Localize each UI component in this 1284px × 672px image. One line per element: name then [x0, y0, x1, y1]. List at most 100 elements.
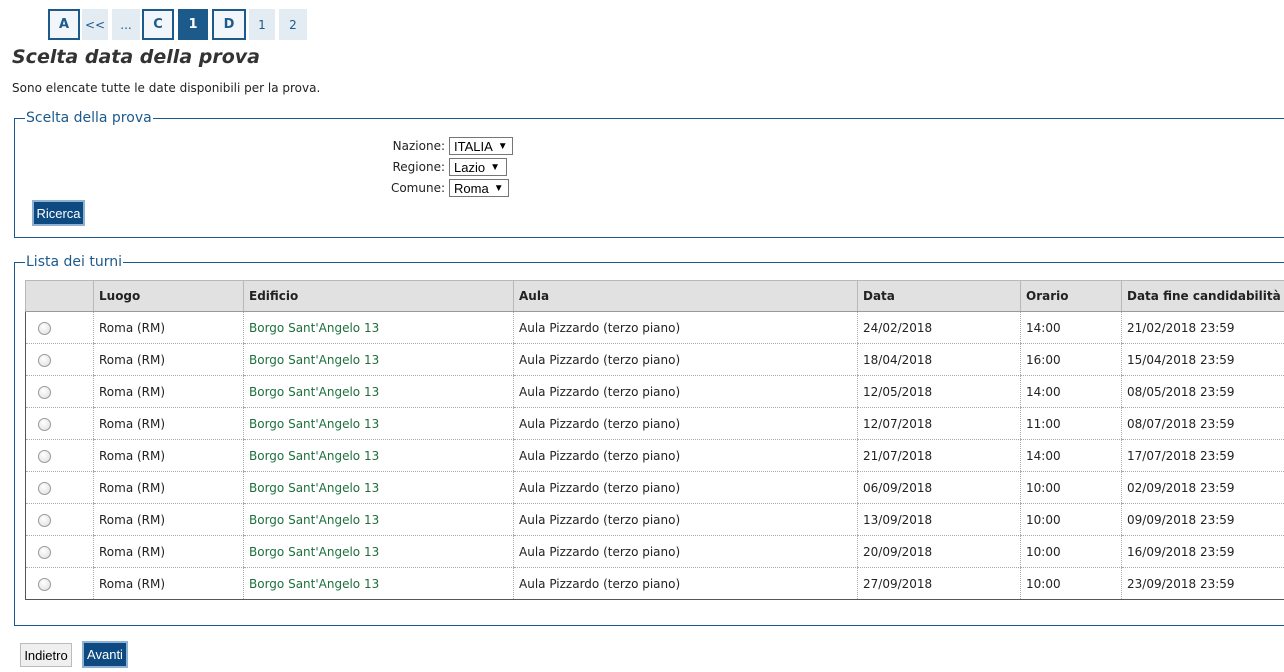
cell-orario: 10:00	[1020, 503, 1122, 536]
turns-legend: Lista dei turni	[26, 254, 122, 270]
table-row[interactable]: Roma (RM) Borgo Sant'Angelo 13 Aula Pizzar…	[25, 439, 1284, 472]
row-radio-button[interactable]	[38, 577, 51, 591]
dropdown-arrow-icon: ▼	[497, 140, 508, 152]
cell-data: 24/02/2018	[857, 311, 1021, 344]
row-radio-button[interactable]	[38, 385, 51, 399]
page-link-c[interactable]: C	[142, 9, 174, 40]
cell-fine: 21/02/2018 23:59	[1121, 311, 1284, 344]
cell-edificio: Borgo Sant'Angelo 13	[243, 439, 514, 472]
table-row[interactable]: Roma (RM) Borgo Sant'Angelo 13 Aula Pizzar…	[25, 535, 1284, 568]
page-link-2[interactable]: 2	[279, 9, 307, 40]
cell-luogo: Roma (RM)	[93, 567, 244, 600]
dropdown-arrow-icon: ▼	[493, 182, 504, 194]
row-select-cell	[25, 567, 94, 600]
cell-aula: Aula Pizzardo (terzo piano)	[513, 375, 858, 408]
cell-luogo: Roma (RM)	[93, 439, 244, 472]
row-radio-button[interactable]	[38, 353, 51, 367]
table-row[interactable]: Roma (RM) Borgo Sant'Angelo 13 Aula Pizzar…	[25, 311, 1284, 344]
cell-edificio: Borgo Sant'Angelo 13	[243, 375, 514, 408]
cell-aula: Aula Pizzardo (terzo piano)	[513, 343, 858, 376]
row-radio-button[interactable]	[38, 417, 51, 431]
search-button[interactable]: Ricerca	[32, 200, 85, 226]
search-fieldset: Scelta della prova	[14, 110, 1284, 238]
cell-edificio: Borgo Sant'Angelo 13	[243, 471, 514, 504]
table-row[interactable]: Roma (RM) Borgo Sant'Angelo 13 Aula Pizzar…	[25, 471, 1284, 504]
row-select-cell	[25, 503, 94, 536]
cell-aula: Aula Pizzardo (terzo piano)	[513, 567, 858, 600]
cell-aula: Aula Pizzardo (terzo piano)	[513, 439, 858, 472]
cell-edificio: Borgo Sant'Angelo 13	[243, 503, 514, 536]
cell-data: 06/09/2018	[857, 471, 1021, 504]
cell-orario: 10:00	[1020, 471, 1122, 504]
cell-luogo: Roma (RM)	[93, 471, 244, 504]
table-row[interactable]: Roma (RM) Borgo Sant'Angelo 13 Aula Pizzar…	[25, 407, 1284, 440]
cell-fine: 08/07/2018 23:59	[1121, 407, 1284, 440]
cell-orario: 14:00	[1020, 311, 1122, 344]
cell-fine: 17/07/2018 23:59	[1121, 439, 1284, 472]
page-link-d[interactable]: D	[212, 9, 246, 40]
cell-aula: Aula Pizzardo (terzo piano)	[513, 311, 858, 344]
comune-value: Roma	[454, 180, 489, 196]
page-link-previous[interactable]: <<	[82, 9, 108, 40]
comune-select[interactable]: Roma ▼	[449, 179, 509, 197]
cell-luogo: Roma (RM)	[93, 503, 244, 536]
back-button[interactable]: Indietro	[20, 643, 72, 667]
cell-aula: Aula Pizzardo (terzo piano)	[513, 407, 858, 440]
row-radio-button[interactable]	[38, 449, 51, 463]
regione-select[interactable]: Lazio ▼	[449, 158, 507, 176]
table-row[interactable]: Roma (RM) Borgo Sant'Angelo 13 Aula Pizzar…	[25, 503, 1284, 536]
nazione-select[interactable]: ITALIA ▼	[449, 137, 513, 155]
row-select-cell	[25, 375, 94, 408]
cell-aula: Aula Pizzardo (terzo piano)	[513, 535, 858, 568]
table-row[interactable]: Roma (RM) Borgo Sant'Angelo 13 Aula Pizzar…	[25, 375, 1284, 408]
cell-data: 20/09/2018	[857, 535, 1021, 568]
next-button[interactable]: Avanti	[82, 641, 128, 668]
row-radio-button[interactable]	[38, 321, 51, 335]
column-header-data: Data	[857, 280, 1021, 312]
column-header-orario: Orario	[1020, 280, 1122, 312]
nazione-value: ITALIA	[454, 138, 493, 154]
cell-orario: 16:00	[1020, 343, 1122, 376]
row-select-cell	[25, 311, 94, 344]
comune-row: Comune: Roma ▼	[385, 179, 509, 197]
nazione-label: Nazione:	[392, 139, 445, 153]
row-select-cell	[25, 535, 94, 568]
page-title: Scelta data della prova	[12, 46, 260, 68]
comune-label: Comune:	[390, 181, 445, 195]
cell-aula: Aula Pizzardo (terzo piano)	[513, 503, 858, 536]
table-header-row: Luogo Edificio Aula Data Orario Data fin…	[25, 280, 1284, 312]
dropdown-arrow-icon: ▼	[490, 161, 500, 173]
cell-data: 13/09/2018	[857, 503, 1021, 536]
page-link-a[interactable]: A	[48, 9, 80, 40]
cell-luogo: Roma (RM)	[93, 343, 244, 376]
cell-fine: 15/04/2018 23:59	[1121, 343, 1284, 376]
cell-fine: 09/09/2018 23:59	[1121, 503, 1284, 536]
turns-table: Luogo Edificio Aula Data Orario Data fin…	[25, 280, 1284, 600]
row-radio-button[interactable]	[38, 481, 51, 495]
cell-edificio: Borgo Sant'Angelo 13	[243, 311, 514, 344]
row-radio-button[interactable]	[38, 513, 51, 527]
table-row[interactable]: Roma (RM) Borgo Sant'Angelo 13 Aula Pizzar…	[25, 567, 1284, 600]
cell-orario: 14:00	[1020, 439, 1122, 472]
column-header-select	[25, 280, 94, 312]
row-select-cell	[25, 471, 94, 504]
nazione-row: Nazione: ITALIA ▼	[385, 137, 513, 155]
search-legend: Scelta della prova	[26, 110, 152, 126]
cell-data: 12/05/2018	[857, 375, 1021, 408]
cell-fine: 23/09/2018 23:59	[1121, 567, 1284, 600]
row-radio-button[interactable]	[38, 545, 51, 559]
page-link-current: 1	[178, 9, 208, 40]
row-select-cell	[25, 343, 94, 376]
cell-luogo: Roma (RM)	[93, 375, 244, 408]
cell-fine: 08/05/2018 23:59	[1121, 375, 1284, 408]
page-ellipsis: ...	[112, 9, 140, 40]
regione-value: Lazio	[454, 159, 486, 175]
row-select-cell	[25, 407, 94, 440]
regione-row: Regione: Lazio ▼	[385, 158, 507, 176]
page-intro: Sono elencate tutte le date disponibili …	[12, 81, 321, 95]
table-row[interactable]: Roma (RM) Borgo Sant'Angelo 13 Aula Pizzar…	[25, 343, 1284, 376]
page-link-1[interactable]: 1	[249, 9, 275, 40]
cell-orario: 11:00	[1020, 407, 1122, 440]
cell-edificio: Borgo Sant'Angelo 13	[243, 567, 514, 600]
column-header-aula: Aula	[513, 280, 858, 312]
